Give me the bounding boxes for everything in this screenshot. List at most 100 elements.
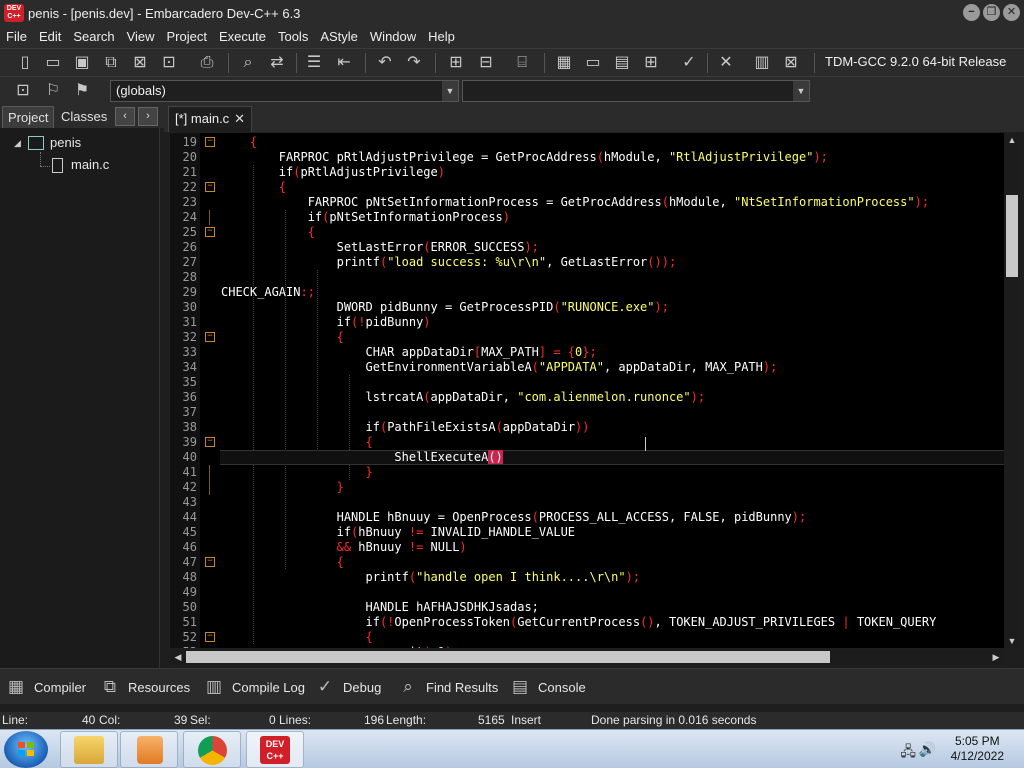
scroll-right-icon[interactable]: ▶ <box>988 650 1004 664</box>
code-line[interactable]: 19− { <box>170 135 1004 150</box>
chevron-down-icon[interactable]: ▼ <box>442 81 458 101</box>
restore-button[interactable]: ❐ <box>983 4 1000 21</box>
check-icon[interactable]: ✓ <box>678 52 700 74</box>
code-line[interactable]: 52− { <box>170 630 1004 645</box>
code-line[interactable]: 21 if(pRtlAdjustPrivilege) <box>170 165 1004 180</box>
code-line[interactable]: 37 <box>170 405 1004 420</box>
prev-tab-button[interactable]: ‹ <box>115 107 135 126</box>
comment-icon[interactable]: ⌸ <box>511 52 533 74</box>
tab-compile-log[interactable]: ▥ Compile Log <box>202 675 305 699</box>
fold-toggle-icon[interactable]: − <box>205 137 215 147</box>
code-line[interactable]: 31 if(!pidBunny) <box>170 315 1004 330</box>
menu-window[interactable]: Window <box>364 26 422 48</box>
bookmark-icon[interactable]: ⚐ <box>42 80 64 102</box>
tab-classes[interactable]: Classes <box>56 106 112 128</box>
code-line[interactable]: 33 CHAR appDataDir[MAX_PATH] = {0}; <box>170 345 1004 360</box>
menu-view[interactable]: View <box>121 26 161 48</box>
code-line[interactable]: 25− { <box>170 225 1004 240</box>
scope-combo[interactable]: (globals) ▼ <box>110 80 459 102</box>
tree-item-file[interactable]: main.c <box>52 156 109 174</box>
chevron-down-icon[interactable]: ▼ <box>793 81 809 101</box>
code-line[interactable]: 35 <box>170 375 1004 390</box>
code-line[interactable]: 50 HANDLE hAFHAJSDHKJsadas; <box>170 600 1004 615</box>
next-tab-button[interactable]: › <box>138 107 158 126</box>
open-folder-icon[interactable]: ▭ <box>42 52 64 74</box>
horizontal-scroll-thumb[interactable] <box>186 651 830 663</box>
tab-debug[interactable]: ✓ Debug <box>313 675 381 699</box>
minimize-button[interactable]: − <box>963 4 980 21</box>
menu-search[interactable]: Search <box>67 26 120 48</box>
new-file-icon[interactable]: ▯ <box>14 52 36 74</box>
code-line[interactable]: 51 if(!OpenProcessToken(GetCurrentProces… <box>170 615 1004 630</box>
fold-toggle-icon[interactable]: − <box>205 437 215 447</box>
find-icon[interactable]: ⌕ <box>237 52 259 74</box>
code-line[interactable]: 38 if(PathFileExistsA(appDataDir)) <box>170 420 1004 435</box>
fold-toggle-icon[interactable]: − <box>205 182 215 192</box>
code-line[interactable]: 24 if(pNtSetInformationProcess) <box>170 210 1004 225</box>
scroll-down-icon[interactable]: ▼ <box>1004 634 1020 648</box>
delete-profile-icon[interactable]: ⊠ <box>780 52 802 74</box>
code-line[interactable]: 46 && hBnuuy != NULL) <box>170 540 1004 555</box>
rebuild-icon[interactable]: ⊞ <box>640 52 662 74</box>
close-file-icon[interactable]: ⊠ <box>129 52 151 74</box>
volume-icon[interactable]: 🔊 <box>919 741 936 758</box>
undo-icon[interactable]: ↶ <box>374 52 396 74</box>
scroll-left-icon[interactable]: ◀ <box>170 650 186 664</box>
code-line[interactable]: 29 CHECK_AGAIN:; <box>170 285 1004 300</box>
menu-help[interactable]: Help <box>422 26 461 48</box>
fold-toggle-icon[interactable]: − <box>205 227 215 237</box>
horizontal-scrollbar[interactable]: ◀ ▶ <box>170 649 1004 665</box>
code-line[interactable]: 40 ShellExecuteA() <box>170 450 1004 465</box>
compiler-selector[interactable]: TDM-GCC 9.2.0 64-bit Release <box>825 54 1006 69</box>
code-line[interactable]: 28 <box>170 270 1004 285</box>
tab-console[interactable]: ▤ Console <box>508 675 586 699</box>
network-icon[interactable]: 🖧 <box>900 741 916 765</box>
fold-toggle-icon[interactable]: − <box>205 557 215 567</box>
taskbar-clock[interactable]: 5:05 PM 4/12/2022 <box>951 734 1004 764</box>
print-icon[interactable]: ⎙ <box>196 52 218 74</box>
code-line[interactable]: 49 <box>170 585 1004 600</box>
fold-toggle-icon[interactable]: − <box>205 632 215 642</box>
code-line[interactable]: 42 } <box>170 480 1004 495</box>
close-all-icon[interactable]: ⊡ <box>158 52 180 74</box>
indent-icon[interactable]: ☰ <box>303 52 325 74</box>
taskbar-media-player[interactable] <box>120 731 178 768</box>
code-line[interactable]: 45 if(hBnuuy != INVALID_HANDLE_VALUE <box>170 525 1004 540</box>
tab-find-results[interactable]: ⌕ Find Results <box>396 675 498 699</box>
compile-run-icon[interactable]: ▤ <box>611 52 633 74</box>
menu-project[interactable]: Project <box>161 26 213 48</box>
tree-item-project[interactable]: ◢ penis <box>14 134 81 152</box>
code-line[interactable]: 32− { <box>170 330 1004 345</box>
code-line[interactable]: 44 HANDLE hBnuuy = OpenProcess(PROCESS_A… <box>170 510 1004 525</box>
start-button[interactable] <box>4 731 48 768</box>
bookmarks-icon[interactable]: ⚑ <box>71 80 93 102</box>
save-icon[interactable]: ▣ <box>71 52 93 74</box>
tab-compiler[interactable]: ▦ Compiler <box>4 675 86 699</box>
expand-icon[interactable]: ◢ <box>14 134 26 152</box>
code-line[interactable]: 27 printf("load success: %u\r\n", GetLas… <box>170 255 1004 270</box>
fold-toggle-icon[interactable]: − <box>205 332 215 342</box>
code-line[interactable]: 34 GetEnvironmentVariableA("APPDATA", ap… <box>170 360 1004 375</box>
code-line[interactable]: 39− { <box>170 435 1004 450</box>
redo-icon[interactable]: ↷ <box>403 52 425 74</box>
menu-file[interactable]: File <box>0 26 33 48</box>
unindent-icon[interactable]: ⇤ <box>333 52 355 74</box>
stop-icon[interactable]: ✕ <box>715 52 737 74</box>
tab-resources[interactable]: ⧉ Resources <box>98 675 190 699</box>
vertical-scrollbar[interactable]: ▲ ▼ <box>1004 133 1020 648</box>
code-line[interactable]: 41 } <box>170 465 1004 480</box>
tab-main-c[interactable]: [*] main.c ✕ <box>168 106 252 132</box>
menu-execute[interactable]: Execute <box>213 26 272 48</box>
save-all-icon[interactable]: ⧉ <box>100 52 122 74</box>
member-combo[interactable]: ▼ <box>462 80 810 102</box>
code-line[interactable]: 43 <box>170 495 1004 510</box>
menu-tools[interactable]: Tools <box>272 26 314 48</box>
taskbar-devcpp[interactable]: DEV C++ <box>246 731 304 768</box>
chart-icon[interactable]: ▥ <box>751 52 773 74</box>
compile-icon[interactable]: ▦ <box>553 52 575 74</box>
code-line[interactable]: 20 FARPROC pRtlAdjustPrivilege = GetProc… <box>170 150 1004 165</box>
code-line[interactable]: 48 printf("handle open I think....\r\n")… <box>170 570 1004 585</box>
taskbar-chrome[interactable] <box>183 731 241 768</box>
remove-project-icon[interactable]: ⊟ <box>475 52 497 74</box>
replace-icon[interactable]: ⇄ <box>266 52 288 74</box>
